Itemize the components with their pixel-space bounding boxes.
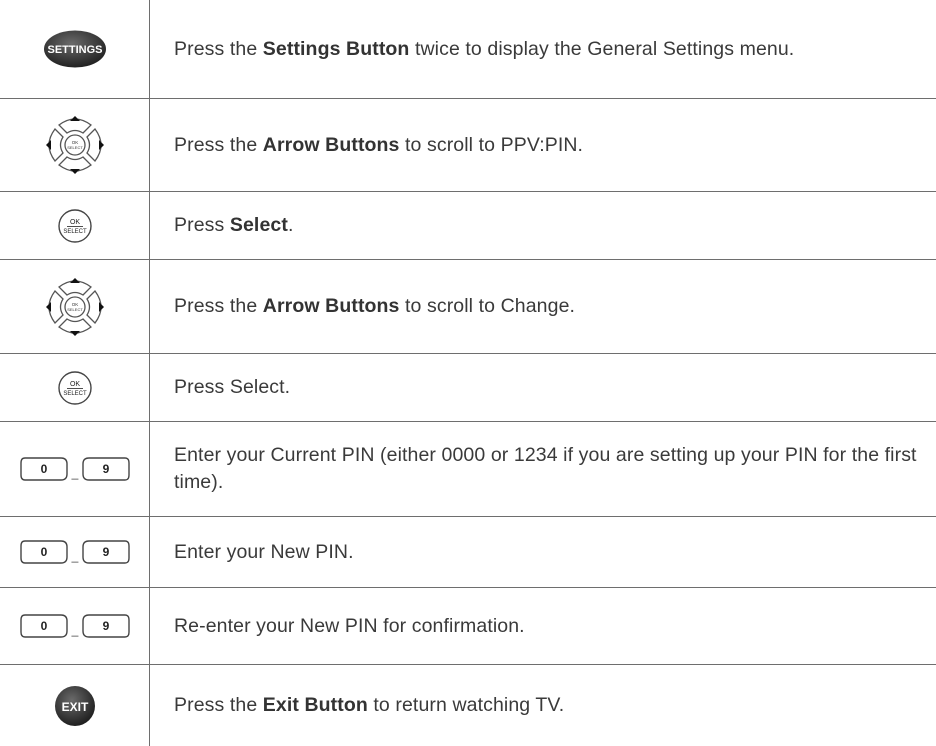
step-row-exit: EXIT Press the Exit Button to return wat…	[0, 665, 936, 746]
icon-cell: SETTINGS	[0, 0, 149, 98]
step-row-current-pin: 0 _ 9 Enter your Current PIN (either 000…	[0, 422, 936, 517]
svg-text:SELECT: SELECT	[63, 229, 87, 235]
instruction-text: Press the Settings Button twice to displ…	[174, 37, 795, 60]
instruction-text: Press the Arrow Buttons to scroll to Cha…	[174, 295, 576, 317]
number-keys-icon: 0 _ 9	[19, 457, 130, 481]
icon-cell: 0 _ 9	[0, 588, 149, 664]
svg-text:SELECT: SELECT	[67, 145, 83, 150]
ok-select-button-icon: OK SELECT	[57, 208, 92, 243]
step-row-select: OK SELECT Press Select.	[0, 354, 936, 422]
svg-text:9: 9	[102, 545, 109, 559]
settings-button-icon: SETTINGS	[43, 30, 106, 68]
exit-button-icon: EXIT	[54, 685, 95, 726]
svg-text:SETTINGS: SETTINGS	[47, 44, 102, 56]
svg-text:9: 9	[102, 462, 109, 476]
svg-text:OK: OK	[69, 381, 79, 388]
instruction-text: Press the Exit Button to return watching…	[174, 694, 565, 716]
instruction-text: Press Select.	[174, 376, 291, 398]
svg-text:_: _	[70, 466, 78, 480]
arrow-pad-icon: OK SELECT	[45, 116, 104, 174]
arrow-pad-icon: OK SELECT	[45, 277, 104, 336]
step-row-arrows: OK SELECT Press the Arrow Buttons to scr…	[0, 260, 936, 354]
svg-text:EXIT: EXIT	[61, 700, 88, 714]
svg-text:0: 0	[40, 462, 47, 476]
step-row-select: OK SELECT Press Select.	[0, 192, 936, 260]
icon-cell: OK SELECT	[0, 260, 149, 353]
icon-cell: 0 _ 9	[0, 517, 149, 587]
ok-select-button-icon: OK SELECT	[57, 370, 92, 405]
step-row-new-pin: 0 _ 9 Enter your New PIN.	[0, 517, 936, 588]
number-keys-icon: 0 _ 9	[19, 540, 130, 564]
icon-cell: 0 _ 9	[0, 422, 149, 516]
icon-cell: OK SELECT	[0, 99, 149, 191]
svg-text:_: _	[70, 623, 78, 637]
icon-cell: OK SELECT	[0, 354, 149, 421]
instruction-table: SETTINGS Press the Settings Button twice…	[0, 0, 936, 746]
icon-cell: OK SELECT	[0, 192, 149, 259]
number-keys-icon: 0 _ 9	[19, 614, 130, 638]
instruction-text: Enter your New PIN.	[174, 540, 354, 563]
instruction-text: Press Select.	[174, 214, 294, 236]
svg-text:9: 9	[102, 619, 109, 633]
instruction-text: Re-enter your New PIN for confirmation.	[174, 614, 525, 637]
step-row-settings: SETTINGS Press the Settings Button twice…	[0, 0, 936, 99]
svg-text:_: _	[70, 549, 78, 563]
svg-text:0: 0	[40, 545, 47, 559]
svg-text:OK: OK	[69, 219, 79, 226]
icon-cell: EXIT	[0, 665, 149, 746]
step-row-confirm-pin: 0 _ 9 Re-enter your New PIN for confirma…	[0, 588, 936, 665]
step-row-arrows: OK SELECT Press the Arrow Buttons to scr…	[0, 99, 936, 192]
svg-text:SELECT: SELECT	[63, 391, 87, 397]
svg-text:0: 0	[40, 619, 47, 633]
svg-text:SELECT: SELECT	[67, 307, 83, 312]
instruction-text: Enter your Current PIN (either 0000 or 1…	[174, 444, 917, 493]
instruction-text: Press the Arrow Buttons to scroll to PPV…	[174, 133, 584, 156]
